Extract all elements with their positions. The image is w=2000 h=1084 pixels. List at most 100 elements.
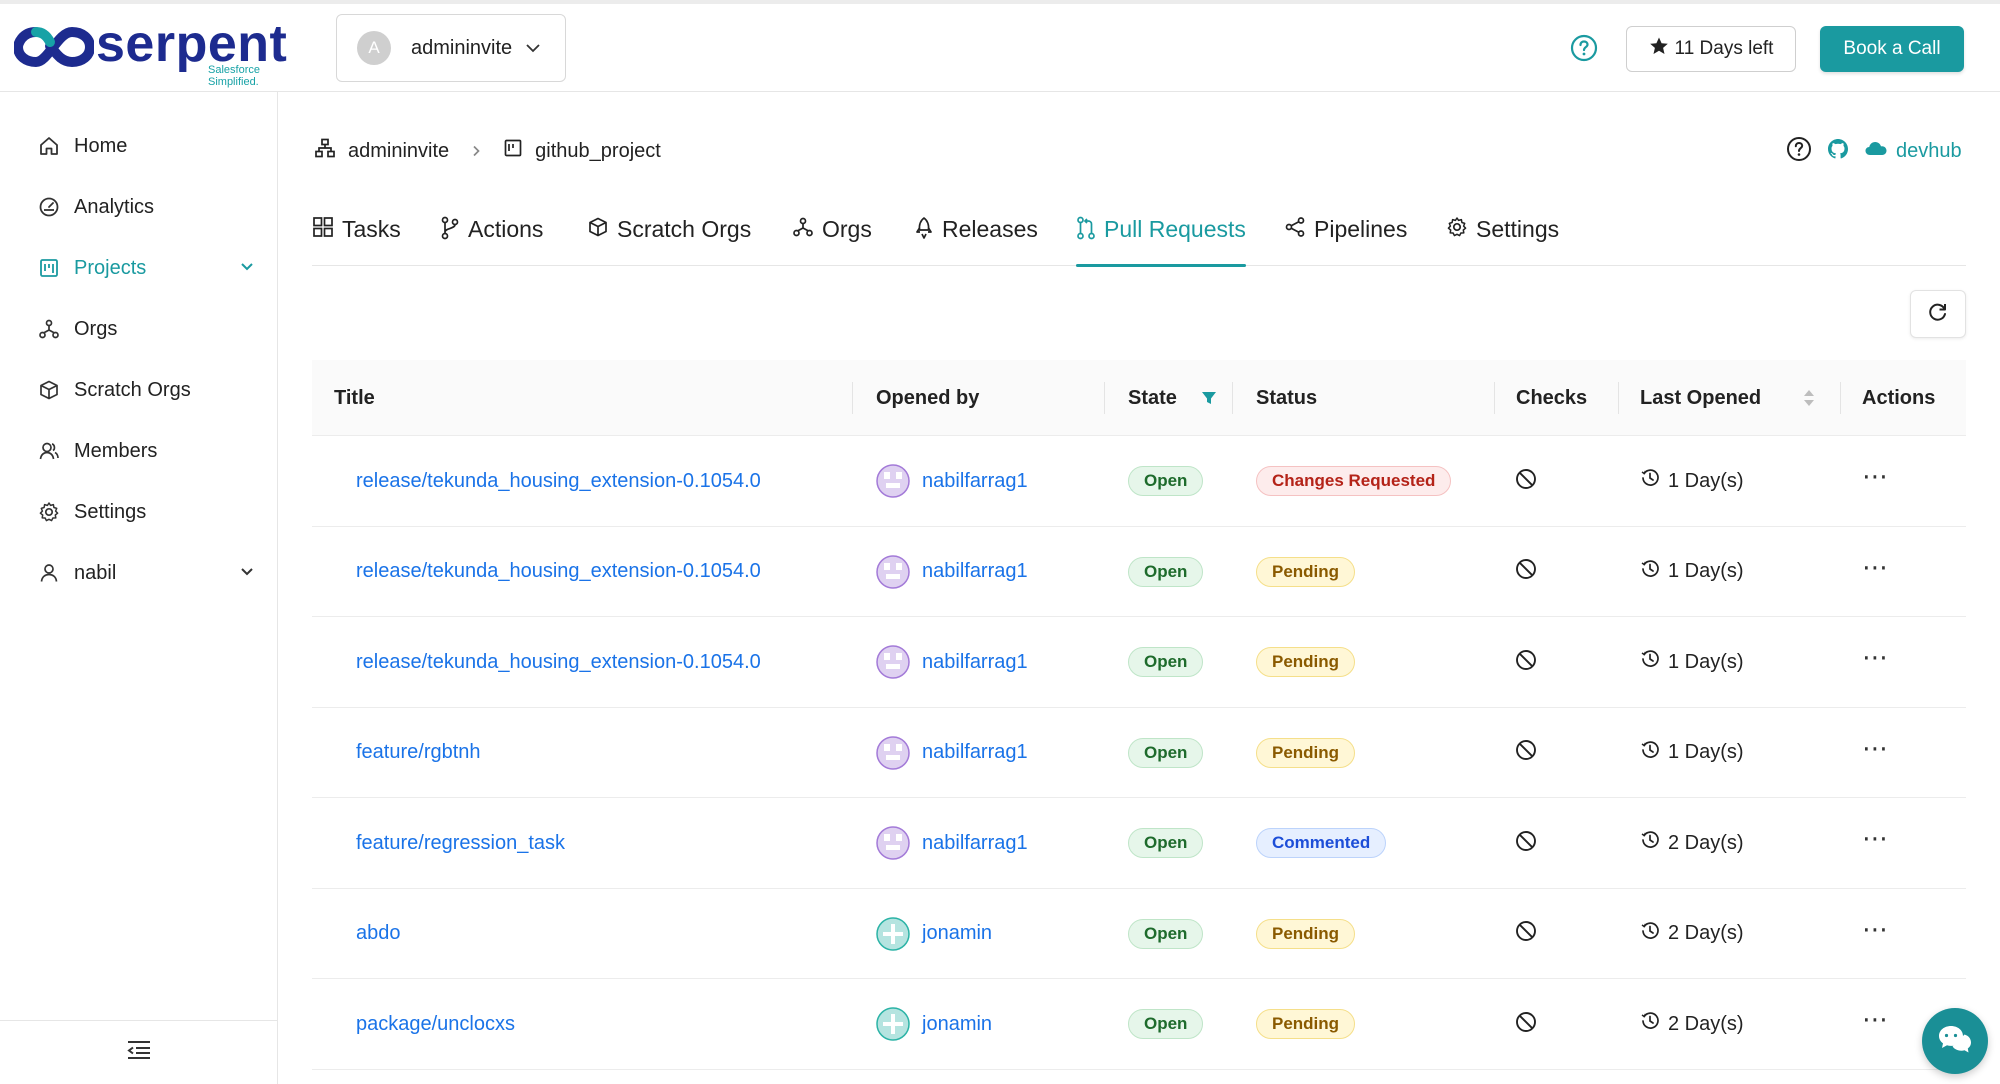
pr-title-link[interactable]: abdo [356, 922, 401, 945]
sort-icon[interactable] [1802, 360, 1816, 436]
age-text: 1 Day(s) [1640, 559, 1744, 585]
no-checks-icon [1514, 919, 1538, 948]
table-row[interactable]: release/tekunda_housing_extension-0.1054… [312, 617, 1966, 708]
last-opened-cell: 2 Day(s) [1640, 979, 1744, 1069]
no-checks-icon [1514, 557, 1538, 586]
tab-settings[interactable]: Settings [1446, 212, 1559, 264]
more-actions-icon[interactable]: ⋯ [1862, 644, 1889, 670]
age-text: 2 Day(s) [1640, 830, 1744, 856]
table-row[interactable]: feature/regression_task nabilfarrag1 Open C… [312, 798, 1966, 889]
pr-title-cell: release/tekunda_housing_extension-0.1054… [356, 436, 761, 526]
more-actions-icon[interactable]: ⋯ [1862, 463, 1889, 489]
sidebar-item-projects[interactable]: Projects [36, 248, 256, 288]
state-badge: Open [1128, 828, 1204, 858]
refresh-button[interactable] [1910, 290, 1966, 338]
status-badge: Pending [1256, 918, 1356, 949]
network-icon [314, 137, 336, 165]
gauge-icon [36, 194, 62, 220]
devhub-link[interactable]: devhub [1864, 139, 1962, 163]
table-row[interactable]: release/tekunda_housing_extension-0.1054… [312, 436, 1966, 527]
breadcrumb-project[interactable]: github_project [503, 138, 661, 164]
sidebar-item-label: Analytics [74, 195, 155, 218]
user-avatar-icon [876, 554, 910, 589]
breadcrumb-project-label: github_project [535, 139, 661, 162]
pr-title-link[interactable]: release/tekunda_housing_extension-0.1054… [356, 651, 761, 674]
status-cell: Commented [1256, 798, 1387, 888]
tab-releases[interactable]: Releases [914, 212, 1038, 264]
sidebar-item-members[interactable]: Members [36, 431, 256, 471]
sidebar-item-orgs[interactable]: Orgs [36, 309, 256, 349]
sidebar-item-settings[interactable]: Settings [36, 492, 256, 532]
breadcrumb-org[interactable]: admininvite [314, 137, 449, 165]
tab-scratch-orgs[interactable]: Scratch Orgs [587, 212, 751, 264]
table-row[interactable]: feature/rgbtnh nabilfarrag1 Open Pending 1 D… [312, 708, 1966, 798]
age-text: 2 Day(s) [1640, 1011, 1744, 1037]
tab-label: Scratch Orgs [617, 216, 752, 242]
column-checks[interactable]: Checks [1516, 360, 1587, 436]
column-title[interactable]: Title [334, 360, 375, 436]
question-circle-icon[interactable] [1786, 136, 1812, 167]
sidebar-item-scratch-orgs[interactable]: Scratch Orgs [36, 370, 256, 410]
tab-pipelines[interactable]: Pipelines [1284, 212, 1407, 264]
sidebar-item-user[interactable]: nabil [36, 553, 256, 593]
column-divider [1104, 382, 1105, 414]
user-avatar-icon [876, 1007, 910, 1041]
sidebar-item-home[interactable]: Home [36, 126, 256, 166]
trial-days-button[interactable]: 11 Days left [1626, 26, 1796, 72]
pr-title-link[interactable]: package/unclocxs [356, 1013, 515, 1036]
tab-label: Releases [942, 216, 1038, 242]
serpent-logo[interactable]: serpent Salesforce Simplified. [14, 15, 296, 88]
more-actions-icon[interactable]: ⋯ [1862, 825, 1889, 851]
book-call-button[interactable]: Book a Call [1820, 26, 1964, 72]
column-last-opened[interactable]: Last Opened [1640, 360, 1761, 436]
opened-by-cell: nabilfarrag1 [876, 436, 1028, 526]
status-cell: Pending [1256, 889, 1356, 979]
github-icon[interactable] [1826, 137, 1850, 166]
collapse-sidebar-button[interactable] [0, 1020, 278, 1084]
column-divider [1232, 382, 1233, 414]
opened-by-cell: nabilfarrag1 [876, 527, 1028, 617]
opened-by-link[interactable]: nabilfarrag1 [876, 554, 1028, 589]
state-badge: Open [1128, 466, 1204, 496]
column-state[interactable]: State [1128, 360, 1177, 436]
filter-icon[interactable] [1200, 360, 1218, 436]
pr-title-link[interactable]: release/tekunda_housing_extension-0.1054… [356, 470, 761, 493]
clock-history-icon [1640, 468, 1660, 494]
pr-title-link[interactable]: feature/rgbtnh [356, 741, 481, 764]
tab-actions[interactable]: Actions [440, 212, 543, 264]
tab-tasks[interactable]: Tasks [312, 212, 401, 264]
status-badge: Pending [1256, 1009, 1356, 1039]
more-actions-icon[interactable]: ⋯ [1862, 554, 1889, 580]
opened-by-link[interactable]: nabilfarrag1 [876, 826, 1028, 860]
box-icon [36, 377, 62, 403]
pr-title-cell: abdo [356, 889, 401, 979]
more-actions-icon[interactable]: ⋯ [1862, 1006, 1889, 1032]
opened-by-link[interactable]: nabilfarrag1 [876, 464, 1028, 498]
checks-cell [1514, 889, 1538, 979]
no-checks-icon [1514, 738, 1538, 767]
column-status[interactable]: Status [1256, 360, 1317, 436]
chat-button[interactable] [1922, 1008, 1988, 1074]
pr-title-link[interactable]: release/tekunda_housing_extension-0.1054… [356, 560, 761, 583]
table-row[interactable]: package/unclocxs jonamin Open Pending 2 Day(… [312, 979, 1966, 1070]
tab-pull-requests[interactable]: Pull Requests [1076, 212, 1246, 267]
sidebar-item-analytics[interactable]: Analytics [36, 187, 256, 227]
column-divider [1840, 382, 1841, 414]
opened-by-link[interactable]: jonamin [876, 916, 992, 951]
table-row[interactable]: release/tekunda_housing_extension-0.1054… [312, 527, 1966, 617]
pr-title-link[interactable]: feature/regression_task [356, 832, 565, 855]
workspace-switcher[interactable]: A admininvite [336, 14, 566, 82]
opened-by-link[interactable]: jonamin [876, 1007, 992, 1041]
clock-history-icon [1640, 740, 1660, 766]
age-label: 2 Day(s) [1668, 922, 1744, 944]
column-opened-by[interactable]: Opened by [876, 360, 979, 436]
more-actions-icon[interactable]: ⋯ [1862, 735, 1889, 761]
question-circle-icon[interactable] [1570, 34, 1598, 62]
opened-by-link[interactable]: nabilfarrag1 [876, 645, 1028, 679]
state-cell: Open [1128, 889, 1204, 979]
more-actions-icon[interactable]: ⋯ [1862, 916, 1889, 942]
table-row[interactable]: abdo jonamin Open Pending 2 Day(s) ⋯ [312, 889, 1966, 979]
tab-orgs[interactable]: Orgs [792, 212, 872, 264]
opened-by-link[interactable]: nabilfarrag1 [876, 735, 1028, 770]
pull-request-icon [1076, 216, 1096, 246]
